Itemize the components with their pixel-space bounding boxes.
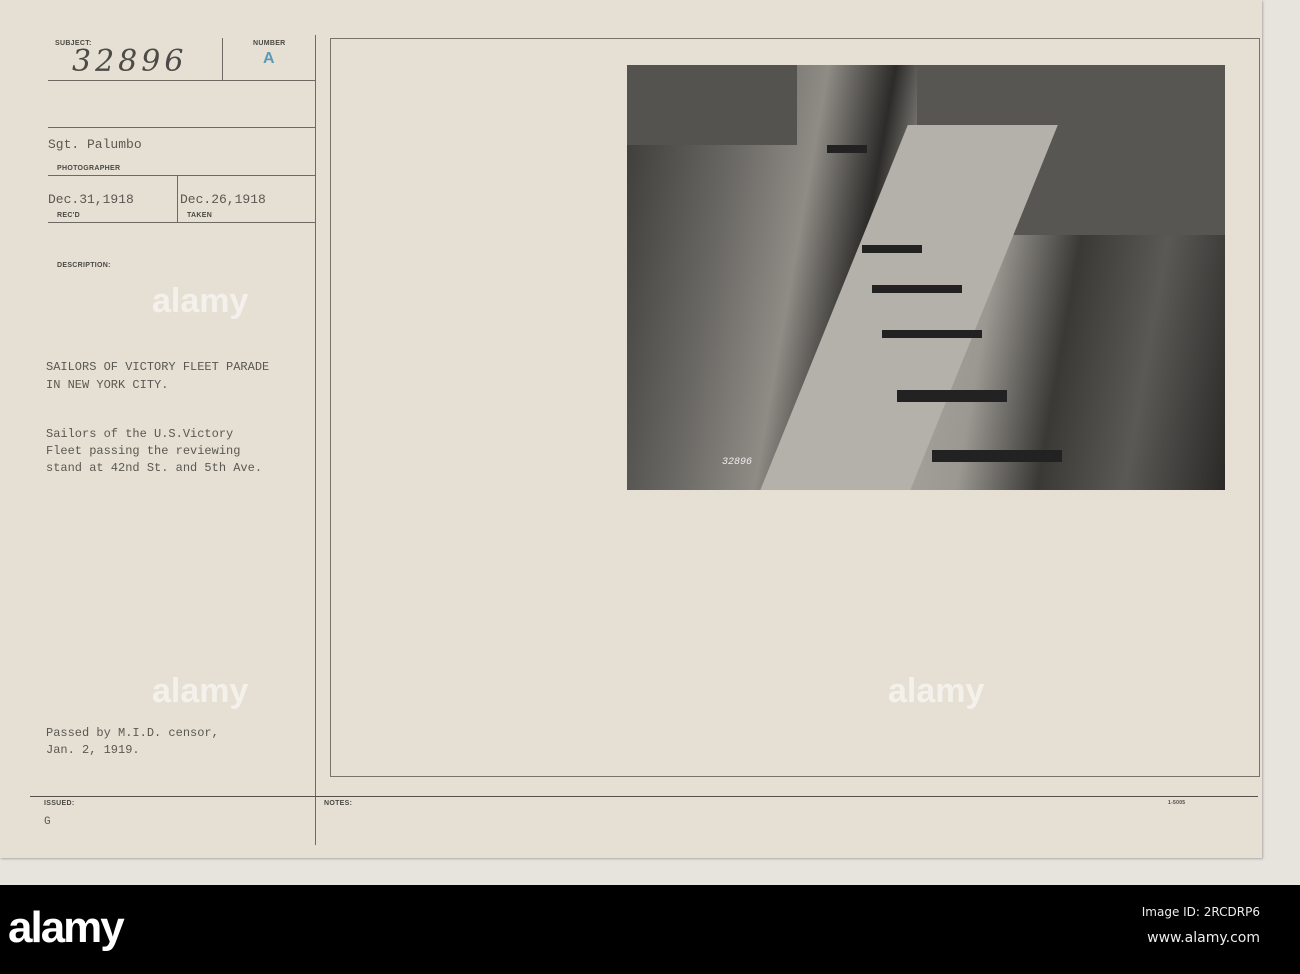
taken-label: TAKEN xyxy=(187,212,213,219)
watermark: alamy xyxy=(888,672,985,710)
divider xyxy=(48,222,315,223)
sailor-column xyxy=(932,450,1062,462)
image-id: Image ID: 2RCDRP6 xyxy=(1141,905,1260,919)
sailor-column xyxy=(862,245,922,253)
number-label: NUMBER xyxy=(253,40,286,47)
censor-line-1: Passed by M.I.D. censor, xyxy=(46,726,219,740)
taken-date: Dec.26,1918 xyxy=(180,192,266,207)
issued-label: ISSUED: xyxy=(44,800,75,807)
site-url[interactable]: www.alamy.com xyxy=(1147,930,1260,946)
description-line-1: Sailors of the U.S.Victory xyxy=(46,427,234,441)
notes-label: NOTES: xyxy=(324,800,353,807)
footer-divider xyxy=(30,796,1258,797)
sailor-column xyxy=(827,145,867,153)
number-divider xyxy=(222,38,223,80)
description-label: DESCRIPTION: xyxy=(57,262,111,269)
date-divider xyxy=(177,175,178,222)
issued-value: G xyxy=(44,816,51,828)
received-date: Dec.31,1918 xyxy=(48,192,134,207)
watermark: alamy xyxy=(152,282,249,320)
alamy-logo: alamy xyxy=(8,903,125,952)
divider xyxy=(48,127,315,128)
sailor-column xyxy=(872,285,962,293)
photographer-label: PHOTOGRAPHER xyxy=(57,165,121,172)
archival-record-card: SUBJECT: 32896 NUMBER A Sgt. Palumbo PHO… xyxy=(0,0,1262,858)
description-line-3: stand at 42nd St. and 5th Ave. xyxy=(46,461,263,475)
sailor-column xyxy=(897,390,1007,402)
number-stamp: A xyxy=(263,50,275,67)
photo-negative-number: 32896 xyxy=(722,457,753,468)
column-divider xyxy=(315,35,316,845)
caption-title-line-1: SAILORS OF VICTORY FLEET PARADE xyxy=(46,360,270,374)
sailor-column xyxy=(882,330,982,338)
description-line-2: Fleet passing the reviewing xyxy=(46,444,241,458)
divider xyxy=(48,175,315,176)
subject-number: 32896 xyxy=(72,44,188,79)
received-label: REC'D xyxy=(57,212,80,219)
stock-footer: alamy Image ID: 2RCDRP6 www.alamy.com xyxy=(0,885,1300,974)
parade-photograph: 32896 xyxy=(627,65,1225,490)
photographer-name: Sgt. Palumbo xyxy=(48,137,142,152)
censor-line-2: Jan. 2, 1919. xyxy=(46,743,140,757)
form-code: 1-5005 xyxy=(1168,800,1186,806)
caption-title-line-2: IN NEW YORK CITY. xyxy=(46,378,169,392)
watermark: alamy xyxy=(152,672,249,710)
divider xyxy=(48,80,315,81)
avenue xyxy=(746,125,1058,490)
building xyxy=(627,65,797,145)
